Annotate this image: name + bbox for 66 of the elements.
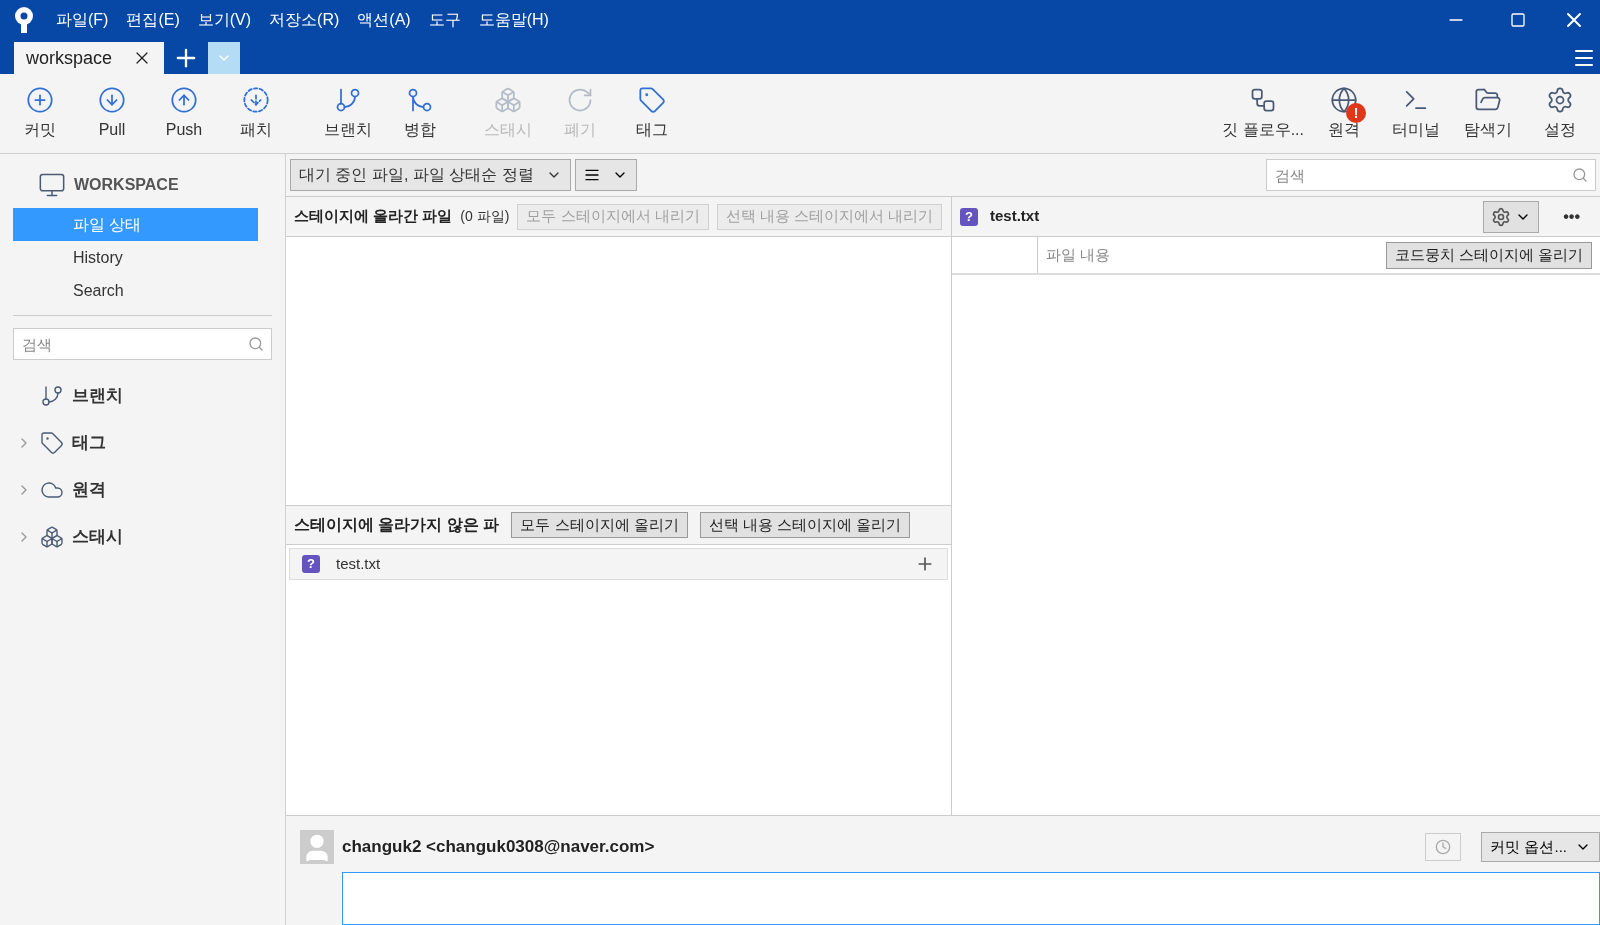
search-field[interactable]: 검색 <box>1266 159 1596 191</box>
menu-item[interactable]: 도움말(H) <box>478 8 549 32</box>
stage-hunk-button[interactable]: 코드뭉치 스테이지에 올리기 <box>1385 241 1592 269</box>
sidebar-item[interactable]: History <box>13 241 258 274</box>
tab[interactable]: workspace <box>14 42 165 74</box>
sort-dropdown[interactable]: 대기 중인 파일, 파일 상태순 정렬 <box>290 159 571 191</box>
toolbar-button[interactable]: 깃 플로우... <box>1218 76 1308 151</box>
toolbar-button[interactable]: 패치 <box>220 76 292 151</box>
monitor-icon <box>38 171 66 199</box>
workspace-heading: WORKSPACE <box>74 175 179 195</box>
stage-button[interactable]: 모두 스테이지에 올리기 <box>511 512 688 538</box>
commit-options-dropdown[interactable]: 커밋 옵션... <box>1481 832 1600 862</box>
alert-badge: ! <box>1346 102 1366 123</box>
sidebar-group[interactable]: 브랜치 <box>0 372 285 419</box>
sidebar-item[interactable]: Search <box>13 274 258 307</box>
sidebar-group[interactable]: 스태시 <box>0 513 285 560</box>
file-name: test.txt <box>990 206 1040 227</box>
settings-dropdown[interactable] <box>1483 200 1540 233</box>
sidebar-group[interactable]: 태그 <box>0 419 285 466</box>
sidebar-group[interactable]: 원격 <box>0 466 285 513</box>
branch-icon <box>40 383 64 408</box>
up-arrow-circle-icon <box>170 85 198 114</box>
menu-item[interactable]: 액션(A) <box>357 8 411 32</box>
toolbar-button[interactable]: 병합 <box>384 76 456 151</box>
file-count: (0 파일) <box>460 207 510 226</box>
toolbar-button[interactable]: 설정 <box>1524 76 1596 151</box>
stage-button[interactable]: 선택 내용 스테이지에 올리기 <box>699 512 911 538</box>
clock-icon <box>1435 839 1452 855</box>
panel-title: 스테이지에 올라간 파일 <box>294 206 453 227</box>
commit-message-field[interactable] <box>342 872 1600 925</box>
status-badge: ? <box>960 207 978 226</box>
view-dropdown[interactable] <box>574 159 637 191</box>
settings-icon <box>1546 85 1574 114</box>
toolbar-button[interactable]: 커밋 <box>4 76 76 151</box>
toolbar-button[interactable]: Push <box>148 76 220 151</box>
plus-circle-icon <box>26 85 54 114</box>
toolbar-button[interactable]: 태그 <box>616 76 688 151</box>
menu-item[interactable]: 저장소(R) <box>269 8 340 32</box>
stash-icon <box>494 85 522 114</box>
toolbar-button[interactable]: 브랜치 <box>312 76 384 151</box>
author-name: changuk2 <changuk0308@naver.com> <box>342 836 655 859</box>
list-icon <box>583 167 600 183</box>
app-logo-icon <box>12 6 36 34</box>
stash-icon <box>40 524 64 549</box>
toolbar-button[interactable]: ! 원격 <box>1308 76 1380 151</box>
tag-icon <box>40 430 64 455</box>
file-row[interactable]: ? test.txt <box>289 548 948 580</box>
menu-item[interactable]: 편집(E) <box>126 8 180 32</box>
more-button[interactable]: ••• <box>1551 204 1592 229</box>
panel-title: 스테이지에 올라가지 않은 파 <box>294 515 500 535</box>
menu-item[interactable]: 도구 <box>428 8 461 32</box>
toolbar-button[interactable]: Pull <box>76 76 148 151</box>
toolbar-button[interactable]: 터미널 <box>1380 76 1452 151</box>
tab-menu-button[interactable] <box>208 42 241 74</box>
search-icon <box>248 336 264 352</box>
column-header: 파일 내용 <box>1045 244 1112 265</box>
status-badge: ? <box>302 555 320 573</box>
tag-icon <box>638 85 666 114</box>
search-icon <box>1572 167 1588 183</box>
menu-item[interactable]: 파일(F) <box>56 8 109 32</box>
down-arrow-circle-icon <box>98 85 126 114</box>
toolbar-button[interactable]: 탐색기 <box>1452 76 1524 151</box>
menu-item[interactable]: 보기(V) <box>197 8 252 32</box>
search-field[interactable]: 검색 <box>13 328 272 360</box>
maximize-icon[interactable] <box>1510 12 1526 28</box>
settings-icon <box>1491 206 1512 227</box>
